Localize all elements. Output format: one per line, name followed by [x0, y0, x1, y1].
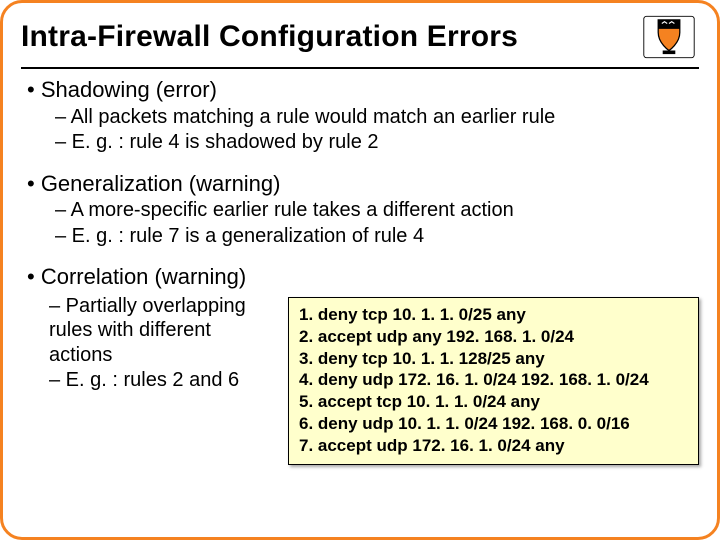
rule-3: 3. deny tcp 10. 1. 1. 128/25 any — [299, 348, 688, 370]
slide-title: Intra-Firewall Configuration Errors — [21, 20, 518, 54]
bullet-generalization: • Generalization (warning) — [27, 171, 699, 198]
slide-header: Intra-Firewall Configuration Errors — [21, 13, 699, 69]
correlation-row: – Partially overlapping rules with diffe… — [21, 293, 699, 465]
correlation-point-2: – E. g. : rules 2 and 6 — [49, 368, 276, 392]
slide-frame: Intra-Firewall Configuration Errors • Sh… — [0, 0, 720, 540]
princeton-shield-icon — [639, 13, 699, 61]
rule-2: 2. accept udp any 192. 168. 1. 0/24 — [299, 326, 688, 348]
rule-5: 5. accept tcp 10. 1. 1. 0/24 any — [299, 391, 688, 413]
rule-7: 7. accept udp 172. 16. 1. 0/24 any — [299, 435, 688, 457]
rule-4: 4. deny udp 172. 16. 1. 0/24 192. 168. 1… — [299, 369, 688, 391]
shadowing-point-1: – All packets matching a rule would matc… — [55, 105, 699, 129]
rules-box: 1. deny tcp 10. 1. 1. 0/25 any 2. accept… — [288, 297, 699, 465]
rule-6: 6. deny udp 10. 1. 1. 0/24 192. 168. 0. … — [299, 413, 688, 435]
slide-body: • Shadowing (error) – All packets matchi… — [21, 77, 699, 465]
bullet-correlation: • Correlation (warning) — [27, 264, 699, 291]
correlation-points: – Partially overlapping rules with diffe… — [21, 293, 276, 393]
generalization-point-1: – A more-specific earlier rule takes a d… — [55, 198, 699, 222]
bullet-shadowing: • Shadowing (error) — [27, 77, 699, 104]
rule-1: 1. deny tcp 10. 1. 1. 0/25 any — [299, 304, 688, 326]
shadowing-point-2: – E. g. : rule 4 is shadowed by rule 2 — [55, 130, 699, 154]
generalization-point-2: – E. g. : rule 7 is a generalization of … — [55, 224, 699, 248]
correlation-point-1: – Partially overlapping rules with diffe… — [49, 294, 276, 367]
